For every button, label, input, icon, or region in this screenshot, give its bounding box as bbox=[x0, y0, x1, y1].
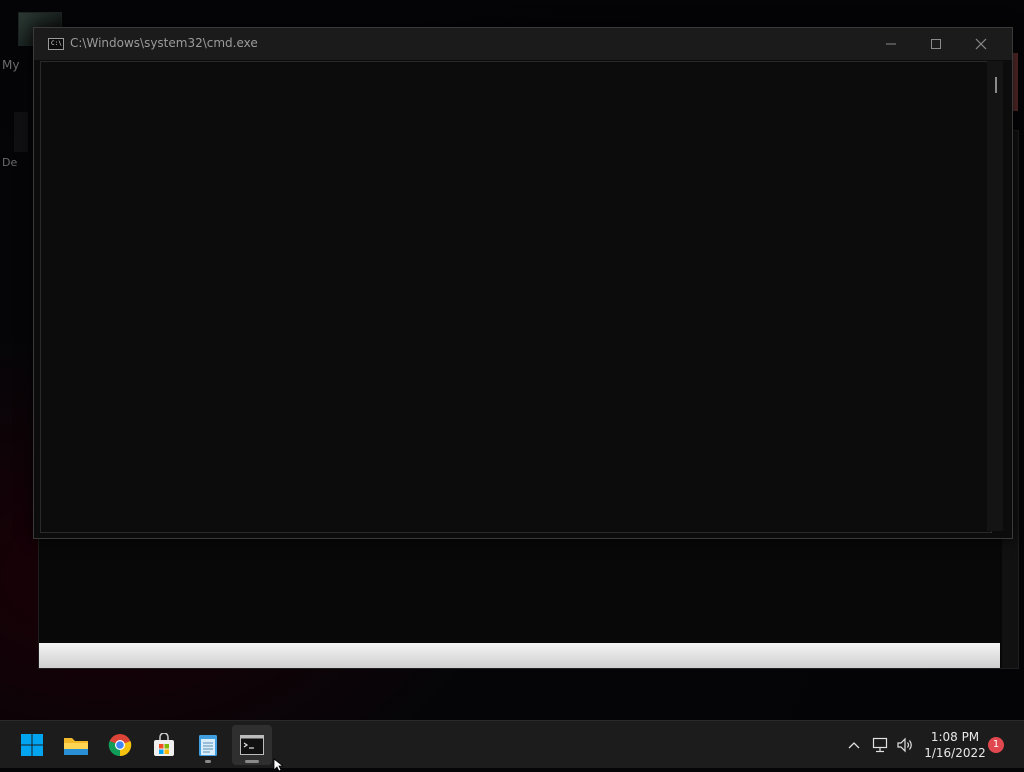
running-indicator bbox=[245, 760, 259, 763]
close-button[interactable] bbox=[958, 28, 1004, 60]
taskbar: 1:08 PM 1/16/2022 1 bbox=[0, 720, 1024, 768]
window-title: C:\Windows\system32\cmd.exe bbox=[70, 36, 258, 50]
network-icon bbox=[872, 737, 888, 753]
command-prompt-button[interactable] bbox=[232, 725, 272, 765]
mouse-cursor-icon bbox=[273, 758, 283, 772]
chrome-button[interactable] bbox=[100, 725, 140, 765]
cmd-titlebar[interactable]: C:\ C:\Windows\system32\cmd.exe bbox=[34, 28, 1012, 60]
speaker-icon bbox=[897, 737, 912, 753]
clock-button[interactable]: 1:08 PM 1/16/2022 bbox=[920, 729, 990, 761]
close-icon bbox=[975, 38, 987, 50]
maximize-button[interactable] bbox=[913, 28, 959, 60]
store-icon bbox=[154, 733, 174, 756]
store-button[interactable] bbox=[144, 725, 184, 765]
chevron-up-icon bbox=[848, 742, 860, 749]
notepad-icon bbox=[199, 735, 217, 756]
maximize-icon bbox=[931, 39, 941, 49]
clock-time: 1:08 PM bbox=[930, 730, 980, 744]
cmd-window[interactable]: C:\ C:\Windows\system32\cmd.exe bbox=[33, 27, 1013, 539]
cmd-app-icon: C:\ bbox=[48, 38, 64, 50]
desktop-icon-label-my[interactable]: My bbox=[2, 58, 19, 72]
cmd-app-icon-text: C:\ bbox=[51, 40, 62, 47]
minimize-icon bbox=[886, 43, 896, 45]
show-hidden-icons-button[interactable] bbox=[844, 735, 864, 755]
console-output[interactable] bbox=[40, 61, 992, 533]
notification-badge[interactable]: 1 bbox=[988, 737, 1004, 753]
chrome-icon bbox=[108, 734, 132, 757]
desktop-icon-shadow[interactable] bbox=[14, 112, 28, 152]
start-button[interactable] bbox=[12, 725, 52, 765]
cmd-icon bbox=[240, 735, 264, 755]
minimize-button[interactable] bbox=[868, 28, 914, 60]
running-indicator bbox=[205, 760, 211, 763]
console-scrollbar[interactable] bbox=[987, 61, 1003, 531]
volume-button[interactable] bbox=[895, 735, 915, 755]
scrollbar-thumb[interactable] bbox=[995, 77, 997, 93]
notepad-button[interactable] bbox=[188, 725, 228, 765]
desktop-icon-label-de[interactable]: De bbox=[2, 156, 17, 169]
windows-logo-icon bbox=[21, 734, 43, 756]
clock-date: 1/16/2022 bbox=[924, 746, 986, 760]
file-explorer-button[interactable] bbox=[56, 725, 96, 765]
background-window-horizontal-bar[interactable] bbox=[39, 643, 1000, 668]
folder-icon bbox=[64, 738, 88, 755]
network-button[interactable] bbox=[871, 735, 891, 755]
